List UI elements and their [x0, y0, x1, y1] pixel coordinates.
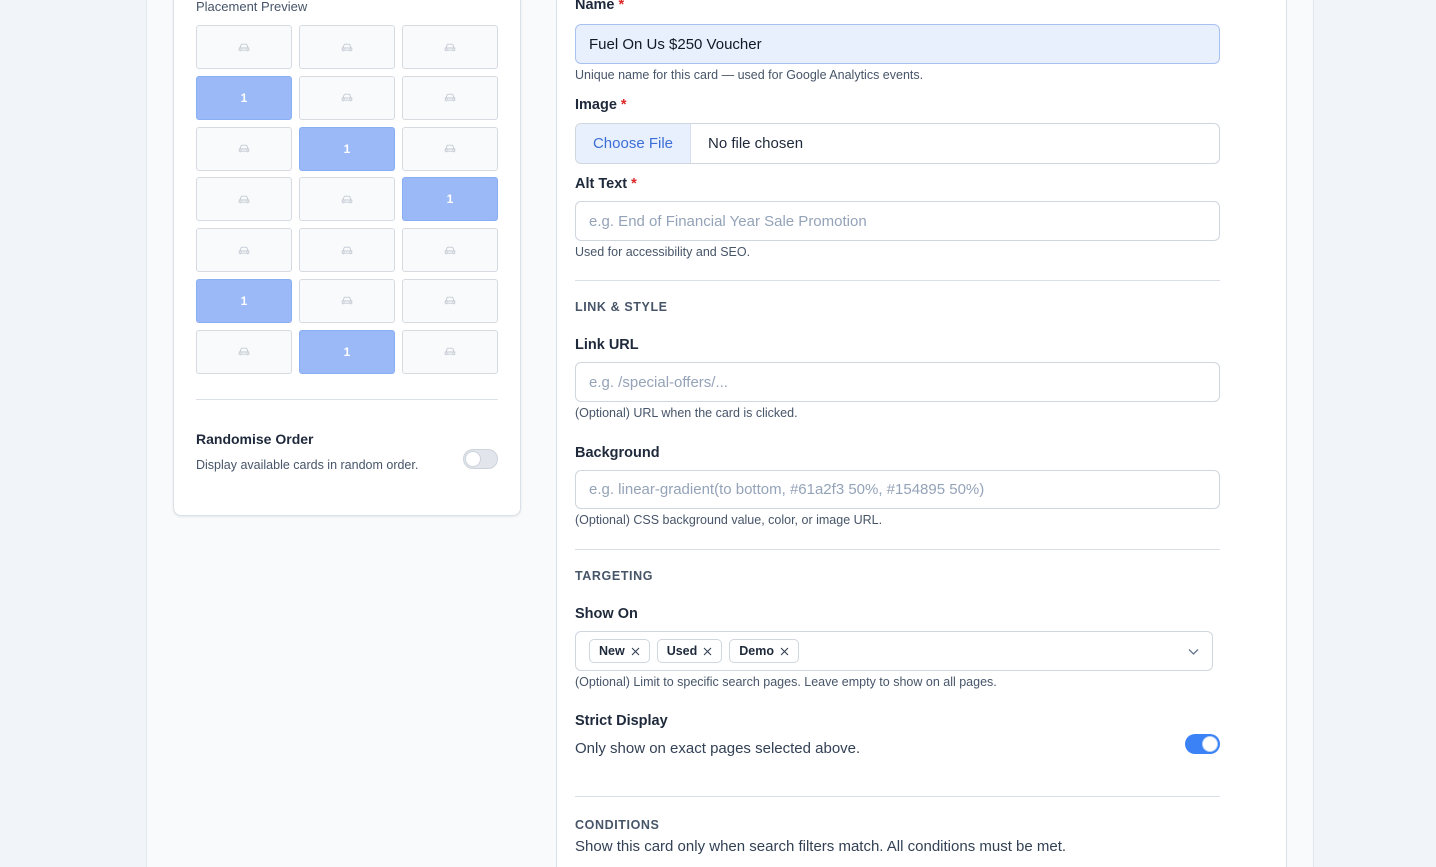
- placement-slot[interactable]: [402, 228, 498, 273]
- placement-slot[interactable]: [299, 228, 395, 273]
- section-conditions: CONDITIONS: [575, 818, 660, 832]
- image-file-input: Choose File No file chosen: [575, 123, 1220, 164]
- section-targeting: TARGETING: [575, 569, 654, 583]
- placement-slot[interactable]: [402, 75, 498, 120]
- slot-number: 1: [343, 141, 351, 156]
- car-icon: [341, 297, 353, 305]
- background-input[interactable]: [575, 470, 1220, 509]
- toggle-knob: [1202, 736, 1218, 752]
- car-icon: [444, 43, 456, 51]
- remove-chip-icon[interactable]: [703, 647, 712, 656]
- link-url-label: Link URL: [575, 337, 639, 353]
- placement-slot[interactable]: [402, 278, 498, 323]
- placement-grid: 1 1 1 1 1: [196, 25, 498, 374]
- alt-text-help: Used for accessibility and SEO.: [575, 245, 751, 259]
- chip-label: Used: [666, 644, 698, 658]
- conditions-help: Show this card only when search filters …: [575, 838, 1067, 855]
- chip-label: New: [599, 644, 625, 658]
- placement-slot[interactable]: [299, 75, 395, 120]
- placement-slot-active[interactable]: 1: [196, 278, 292, 323]
- car-icon: [444, 144, 456, 153]
- placement-preview-label: Placement Preview: [196, 0, 308, 14]
- car-icon: [444, 297, 456, 305]
- randomise-order-toggle[interactable]: [463, 449, 498, 469]
- slot-number: 1: [343, 344, 351, 359]
- placement-slot-active[interactable]: 1: [402, 177, 498, 222]
- strict-display-description: Only show on exact pages selected above.: [575, 740, 861, 757]
- chip-demo: Demo: [729, 639, 800, 663]
- divider: [575, 280, 1220, 281]
- slot-number: 1: [240, 90, 248, 105]
- show-on-select[interactable]: New Used Demo: [575, 631, 1213, 671]
- background-label: Background: [575, 445, 660, 461]
- placement-slot[interactable]: [196, 177, 292, 222]
- link-url-input[interactable]: [575, 362, 1220, 402]
- car-icon: [238, 43, 250, 51]
- name-label: Name *: [575, 0, 624, 13]
- show-on-chips: New Used Demo: [589, 639, 800, 663]
- divider: [575, 549, 1220, 550]
- car-icon: [444, 348, 456, 356]
- car-icon: [444, 246, 456, 255]
- file-status: No file chosen: [708, 135, 804, 152]
- slot-number: 1: [240, 293, 248, 308]
- background-help: (Optional) CSS background value, color, …: [575, 513, 883, 527]
- car-icon: [238, 195, 250, 204]
- placement-slot-active[interactable]: 1: [196, 75, 292, 120]
- placement-slot[interactable]: [196, 228, 292, 273]
- placement-slot[interactable]: [402, 25, 498, 69]
- placement-slot-active[interactable]: 1: [299, 329, 395, 374]
- alt-text-label: Alt Text *: [575, 176, 637, 192]
- chip-used: Used: [656, 639, 723, 663]
- car-icon: [341, 94, 353, 102]
- chevron-down-icon[interactable]: [1187, 645, 1200, 658]
- strict-display-label: Strict Display: [575, 713, 668, 729]
- required-marker: *: [620, 97, 627, 113]
- car-icon: [238, 144, 250, 153]
- car-icon: [341, 246, 353, 255]
- name-help: Unique name for this card — used for Goo…: [575, 68, 924, 82]
- strict-display-toggle[interactable]: [1185, 734, 1220, 754]
- chip-new: New: [589, 639, 650, 663]
- required-marker: *: [618, 0, 625, 13]
- show-on-help: (Optional) Limit to specific search page…: [575, 675, 997, 689]
- placement-slot[interactable]: [299, 25, 395, 69]
- placement-slot-active[interactable]: 1: [299, 126, 395, 171]
- divider: [196, 399, 498, 400]
- choose-file-button[interactable]: Choose File: [576, 124, 691, 163]
- remove-chip-icon[interactable]: [780, 647, 789, 656]
- placement-slot[interactable]: [196, 329, 292, 374]
- placement-slot[interactable]: [299, 177, 395, 222]
- section-link-style: LINK & STYLE: [575, 300, 668, 314]
- alt-text-input[interactable]: [575, 201, 1220, 241]
- chip-label: Demo: [739, 644, 775, 658]
- car-icon: [444, 94, 456, 102]
- required-marker: *: [631, 176, 637, 192]
- car-icon: [238, 348, 250, 356]
- placement-slot[interactable]: [196, 126, 292, 171]
- randomise-order-description: Display available cards in random order.: [196, 458, 419, 472]
- remove-chip-icon[interactable]: [631, 647, 640, 656]
- placement-slot[interactable]: [299, 278, 395, 323]
- placement-slot[interactable]: [196, 25, 292, 69]
- car-icon: [238, 246, 250, 255]
- name-input[interactable]: [575, 24, 1220, 64]
- car-icon: [341, 43, 353, 51]
- show-on-label: Show On: [575, 606, 638, 622]
- toggle-knob: [465, 451, 481, 467]
- divider: [575, 796, 1220, 797]
- image-label: Image *: [575, 97, 627, 113]
- placement-slot[interactable]: [402, 329, 498, 374]
- car-icon: [341, 195, 353, 204]
- randomise-order-title: Randomise Order: [196, 431, 314, 447]
- link-url-help: (Optional) URL when the card is clicked.: [575, 406, 798, 420]
- slot-number: 1: [446, 192, 454, 207]
- placement-slot[interactable]: [402, 126, 498, 171]
